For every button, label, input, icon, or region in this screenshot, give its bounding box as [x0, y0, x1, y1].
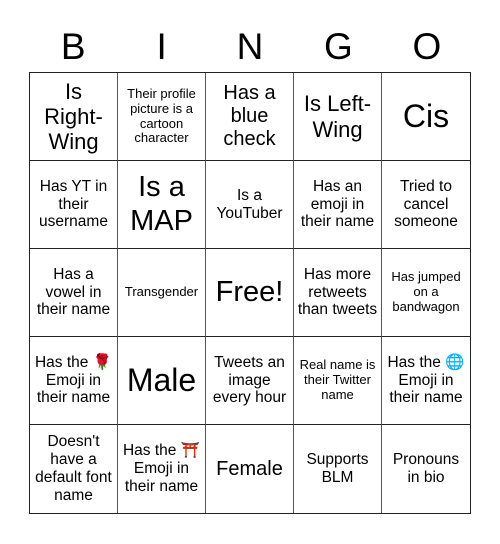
bingo-header: B I N G O — [29, 22, 471, 72]
bingo-cell[interactable]: Is Right-Wing — [30, 73, 118, 161]
bingo-cell[interactable]: Their profile picture is a cartoon chara… — [118, 73, 206, 161]
bingo-cell[interactable]: Has a blue check — [206, 73, 294, 161]
bingo-cell[interactable]: Is Left-Wing — [294, 73, 382, 161]
bingo-cell[interactable]: Has a vowel in their name — [30, 249, 118, 337]
bingo-cell[interactable]: Has the 🌐 Emoji in their name — [382, 337, 470, 425]
header-letter-n: N — [236, 26, 264, 67]
bingo-cell[interactable]: Is a MAP — [118, 161, 206, 249]
bingo-cell[interactable]: Has the 🌹 Emoji in their name — [30, 337, 118, 425]
bingo-cell[interactable]: Tweets an image every hour — [206, 337, 294, 425]
bingo-cell[interactable]: Is a YouTuber — [206, 161, 294, 249]
bingo-cell[interactable]: Pronouns in bio — [382, 425, 470, 513]
bingo-cell[interactable]: Has YT in their username — [30, 161, 118, 249]
bingo-cell[interactable]: Female — [206, 425, 294, 513]
bingo-cell[interactable]: Has an emoji in their name — [294, 161, 382, 249]
free-space-cell[interactable]: Free! — [206, 249, 294, 337]
bingo-cell[interactable]: Has the ⛩️ Emoji in their name — [118, 425, 206, 513]
bingo-grid: Is Right-Wing Their profile picture is a… — [29, 72, 471, 514]
header-letter-g: G — [324, 26, 353, 67]
bingo-cell[interactable]: Doesn't have a default font name — [30, 425, 118, 513]
header-letter-i: I — [156, 26, 167, 67]
bingo-cell[interactable]: Supports BLM — [294, 425, 382, 513]
bingo-cell[interactable]: Real name is their Twitter name — [294, 337, 382, 425]
bingo-cell[interactable]: Tried to cancel someone — [382, 161, 470, 249]
header-letter-o: O — [412, 26, 442, 67]
bingo-cell[interactable]: Transgender — [118, 249, 206, 337]
header-letter-b: B — [60, 26, 86, 67]
bingo-cell[interactable]: Male — [118, 337, 206, 425]
bingo-cell[interactable]: Cis — [382, 73, 470, 161]
bingo-cell[interactable]: Has more retweets than tweets — [294, 249, 382, 337]
bingo-cell[interactable]: Has jumped on a bandwagon — [382, 249, 470, 337]
